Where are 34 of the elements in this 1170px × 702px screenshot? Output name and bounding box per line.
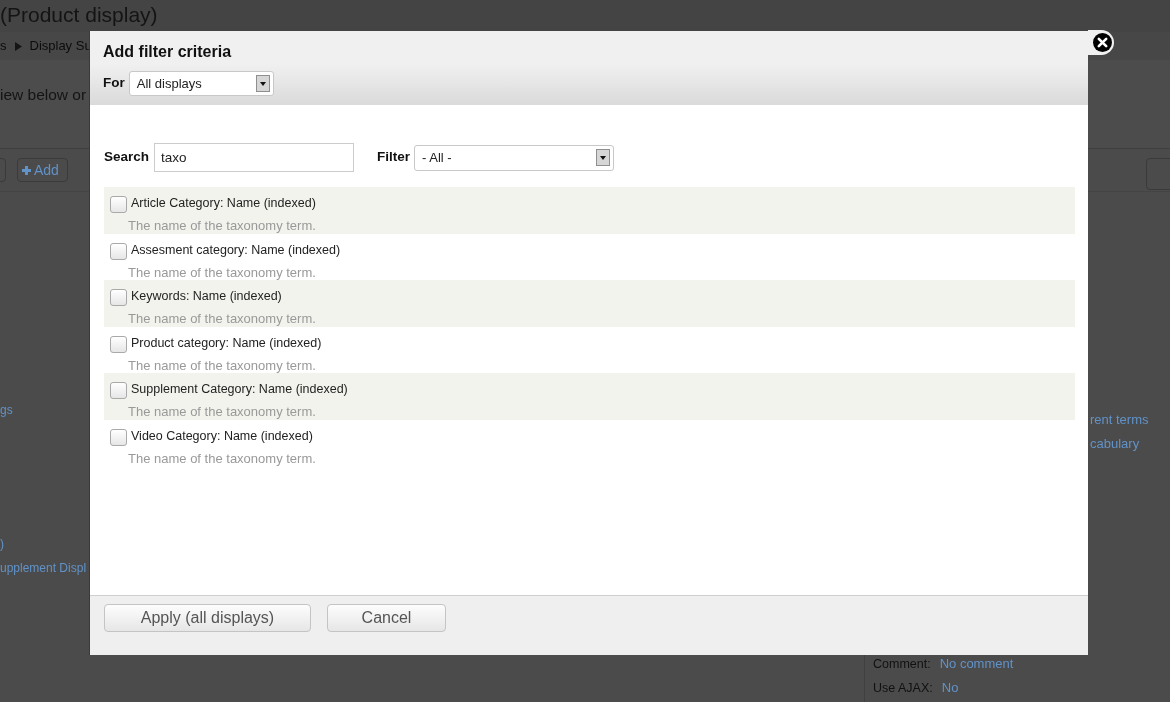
filter-select[interactable]: - All - — [414, 144, 615, 171]
option-description: The name of the taxonomy term. — [128, 264, 316, 281]
checkbox[interactable] — [110, 196, 127, 213]
close-icon — [1093, 33, 1112, 52]
option-label[interactable]: Supplement Category: Name (indexed) — [131, 381, 348, 397]
option-description: The name of the taxonomy term. — [128, 450, 316, 467]
field-label: Filter — [377, 148, 411, 167]
option-label[interactable]: Article Category: Name (indexed) — [131, 195, 316, 211]
option-description: The name of the taxonomy term. — [128, 404, 316, 420]
intro-text: iew below or — [0, 86, 87, 103]
close-button[interactable] — [1088, 30, 1114, 55]
triangle-icon — [14, 41, 22, 51]
option-label[interactable]: Video Category: Name (indexed) — [131, 427, 313, 444]
setting-label: Use AJAX: — [873, 679, 933, 697]
option-description: The name of the taxonomy term. — [128, 218, 316, 234]
option-label[interactable]: Assesment category: Name (indexed) — [131, 241, 341, 258]
cancel-button[interactable]: Cancel — [327, 604, 446, 632]
apply-button[interactable]: Apply (all displays) — [104, 604, 311, 632]
search-field[interactable]: taxo — [154, 143, 355, 172]
dialog-title: Add filter criteria — [103, 42, 233, 61]
display-select[interactable]: All displays — [128, 71, 274, 96]
plus-icon — [22, 165, 31, 175]
option-description: The name of the taxonomy term. — [128, 357, 316, 374]
option-label[interactable]: Keywords: Name (indexed) — [131, 288, 282, 304]
setting-label: Comment: — [873, 655, 931, 673]
option-description: The name of the taxonomy term. — [128, 311, 316, 327]
field-label: For — [103, 74, 125, 93]
checkbox[interactable] — [110, 289, 127, 306]
checkbox[interactable] — [110, 335, 127, 353]
checkbox[interactable] — [110, 242, 127, 260]
option-label[interactable]: Product category: Name (indexed) — [131, 334, 322, 351]
field-label: Search — [104, 148, 150, 167]
checkbox[interactable] — [110, 428, 127, 446]
checkbox[interactable] — [110, 382, 127, 399]
